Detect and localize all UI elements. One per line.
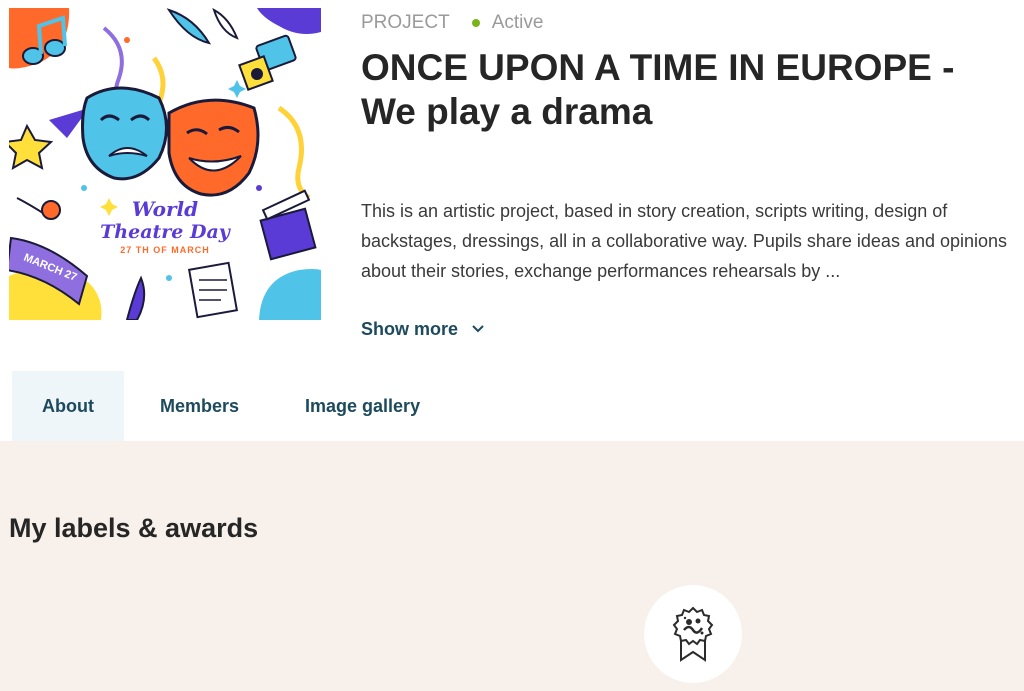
status-dot-icon — [471, 19, 480, 27]
image-title-line1: World — [132, 197, 198, 221]
tab-members[interactable]: Members — [124, 371, 275, 441]
project-status: Active — [491, 12, 544, 33]
show-more-button[interactable]: Show more — [361, 315, 484, 343]
tab-image-gallery[interactable]: Image gallery — [275, 371, 450, 441]
tab-about[interactable]: About — [12, 371, 124, 441]
project-meta: PROJECT Active — [361, 11, 543, 35]
labels-awards-section: My labels & awards — [0, 441, 1024, 691]
image-title-line2: Theatre Day — [100, 221, 232, 243]
award-item[interactable] — [644, 585, 742, 683]
project-title: ONCE UPON A TIME IN EUROPE - We play a d… — [361, 47, 955, 132]
award-badge-icon — [672, 606, 714, 662]
image-date: 27 TH OF MARCH — [120, 245, 210, 255]
chevron-down-icon — [472, 325, 484, 333]
show-more-label: Show more — [361, 318, 459, 339]
project-type-label: PROJECT — [361, 12, 450, 33]
project-cover-image: MARCH 27 World Theatre Day 27 TH OF MARC… — [9, 8, 321, 320]
project-description: This is an artistic project, based in st… — [361, 201, 1008, 281]
world-theatre-day-illustration: MARCH 27 World Theatre Day 27 TH OF MARC… — [9, 8, 321, 320]
project-tabs: About Members Image gallery — [12, 371, 450, 441]
section-title: My labels & awards — [9, 513, 259, 543]
